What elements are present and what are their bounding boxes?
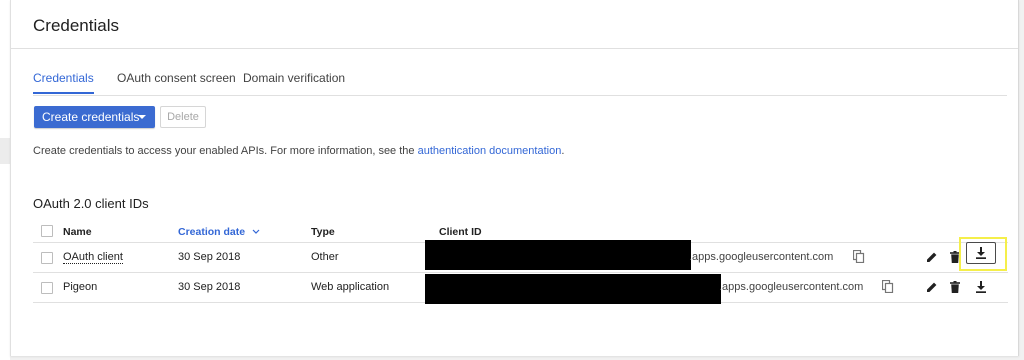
- page-header: Credentials: [11, 0, 1018, 49]
- description-suffix: .: [561, 145, 565, 157]
- column-header-creation-date[interactable]: Creation date: [178, 226, 260, 238]
- download-icon[interactable]: [975, 281, 987, 293]
- download-button[interactable]: [966, 242, 996, 264]
- table-row: OAuth client 30 Sep 2018 Other .apps.goo…: [33, 237, 1008, 273]
- row-checkbox[interactable]: [41, 282, 53, 294]
- copy-icon[interactable]: [853, 250, 865, 263]
- redacted-client-id: [425, 274, 721, 304]
- tab-credentials[interactable]: Credentials: [33, 71, 94, 94]
- authentication-documentation-link[interactable]: authentication documentation: [418, 145, 562, 157]
- trash-icon[interactable]: [950, 281, 960, 293]
- client-type: Web application: [311, 281, 390, 293]
- page-title: Credentials: [33, 16, 119, 35]
- column-header-name: Name: [63, 226, 92, 238]
- create-credentials-button[interactable]: Create credentials: [34, 106, 155, 128]
- chevron-down-icon: [252, 229, 260, 235]
- creation-date-label: Creation date: [178, 226, 246, 238]
- client-name-link[interactable]: Pigeon: [63, 281, 97, 293]
- left-nav-highlight: [0, 138, 10, 164]
- row-checkbox[interactable]: [41, 252, 53, 264]
- client-id-domain: .apps.googleusercontent.com: [719, 281, 864, 293]
- left-nav-strip: [0, 0, 10, 360]
- table-row: Pigeon 30 Sep 2018 Web application .apps…: [33, 273, 1008, 304]
- client-name-link[interactable]: OAuth client: [63, 251, 123, 264]
- tab-domain-verification[interactable]: Domain verification: [243, 71, 345, 94]
- select-all-checkbox[interactable]: [41, 225, 53, 237]
- column-header-type: Type: [311, 226, 335, 238]
- client-name: OAuth client: [63, 251, 123, 264]
- client-id-domain: .apps.googleusercontent.com: [689, 251, 834, 263]
- edit-icon[interactable]: [926, 251, 938, 263]
- delete-button[interactable]: Delete: [160, 106, 206, 128]
- column-header-client-id: Client ID: [439, 226, 482, 238]
- create-credentials-label: Create credentials: [42, 110, 140, 124]
- credentials-panel: Credentials Credentials OAuth consent sc…: [10, 0, 1019, 356]
- tab-oauth-consent-screen[interactable]: OAuth consent screen: [117, 71, 236, 94]
- section-title: OAuth 2.0 client IDs: [33, 196, 149, 211]
- copy-icon[interactable]: [882, 280, 894, 293]
- edit-icon[interactable]: [926, 281, 938, 293]
- tab-bar: Credentials OAuth consent screen Domain …: [33, 71, 1007, 96]
- description: Create credentials to access your enable…: [33, 145, 564, 157]
- description-text: Create credentials to access your enable…: [33, 145, 418, 157]
- download-icon: [976, 247, 986, 259]
- caret-down-icon: [138, 115, 146, 119]
- client-name: Pigeon: [63, 281, 98, 293]
- redacted-client-id: [425, 240, 691, 270]
- creation-date: 30 Sep 2018: [178, 281, 241, 293]
- creation-date: 30 Sep 2018: [178, 251, 241, 263]
- client-type: Other: [311, 251, 339, 263]
